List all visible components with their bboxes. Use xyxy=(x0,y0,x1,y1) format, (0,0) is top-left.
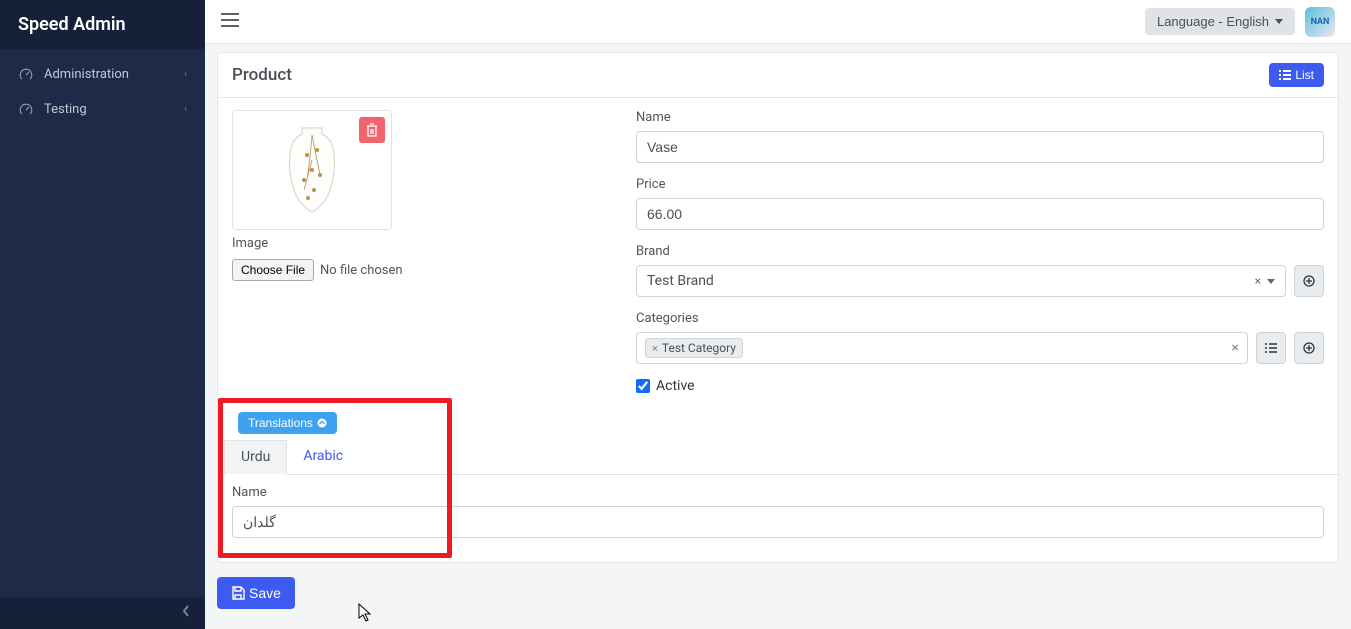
language-label: Language - English xyxy=(1157,14,1269,29)
clear-brand[interactable]: × xyxy=(1255,274,1261,288)
price-input[interactable] xyxy=(636,198,1324,230)
plus-circle-icon xyxy=(1303,342,1315,354)
categories-label: Categories xyxy=(636,311,1324,326)
sidebar-item-testing[interactable]: Testing ‹ xyxy=(0,92,205,127)
sidebar: Speed Admin Administration ‹ Testing ‹ xyxy=(0,0,205,629)
file-status: No file chosen xyxy=(320,263,403,278)
mouse-cursor-icon xyxy=(358,603,374,623)
translation-name-label: Name xyxy=(232,485,1324,500)
translation-name-input[interactable] xyxy=(232,506,1324,538)
price-label: Price xyxy=(636,177,1324,192)
avatar[interactable]: NAN xyxy=(1305,7,1335,37)
translations-toggle-button[interactable]: Translations xyxy=(238,412,337,434)
brand-title: Speed Admin xyxy=(0,0,205,49)
hamburger-icon xyxy=(221,13,239,27)
sidebar-collapse-button[interactable] xyxy=(0,597,205,629)
speedometer-icon xyxy=(18,68,34,82)
list-button[interactable]: List xyxy=(1269,63,1324,87)
save-button[interactable]: Save xyxy=(217,577,295,609)
delete-image-button[interactable] xyxy=(359,117,385,143)
plus-circle-icon xyxy=(1303,275,1315,287)
menu-toggle-button[interactable] xyxy=(221,13,239,31)
product-image-preview xyxy=(232,110,392,230)
chevron-left-icon: ‹ xyxy=(184,69,187,80)
image-label: Image xyxy=(232,236,612,251)
tab-arabic[interactable]: Arabic xyxy=(287,440,359,474)
add-brand-button[interactable] xyxy=(1294,265,1324,297)
brand-label: Brand xyxy=(636,244,1324,259)
chevron-left-icon xyxy=(181,605,191,617)
product-card: Product List xyxy=(217,52,1339,563)
language-dropdown[interactable]: Language - English xyxy=(1145,8,1295,35)
trash-icon xyxy=(366,123,378,137)
category-tag: × Test Category xyxy=(645,338,743,358)
add-category-button[interactable] xyxy=(1294,332,1324,364)
page-title: Product xyxy=(232,65,1269,85)
list-icon xyxy=(1265,342,1277,354)
sidebar-item-label: Testing xyxy=(44,102,184,117)
brand-select[interactable]: Test Brand × xyxy=(636,265,1286,297)
choose-file-button[interactable]: Choose File xyxy=(232,259,314,281)
chevron-left-icon: ‹ xyxy=(184,104,187,115)
list-categories-button[interactable] xyxy=(1256,332,1286,364)
name-label: Name xyxy=(636,110,1324,125)
clear-categories[interactable]: × xyxy=(1232,340,1239,356)
sidebar-item-administration[interactable]: Administration ‹ xyxy=(0,57,205,92)
caret-down-icon xyxy=(1275,19,1283,24)
name-input[interactable] xyxy=(636,131,1324,163)
speedometer-icon xyxy=(18,103,34,117)
categories-select[interactable]: × Test Category × xyxy=(636,332,1248,364)
tab-urdu[interactable]: Urdu xyxy=(224,440,287,475)
save-icon xyxy=(231,586,245,600)
topbar: Language - English NAN xyxy=(205,0,1351,44)
list-icon xyxy=(1279,70,1291,80)
sidebar-item-label: Administration xyxy=(44,67,184,82)
caret-down-icon xyxy=(1267,279,1275,284)
product-image xyxy=(272,120,352,220)
active-checkbox[interactable] xyxy=(636,379,650,393)
brand-value: Test Brand xyxy=(647,273,714,289)
active-label: Active xyxy=(656,378,695,394)
remove-category[interactable]: × xyxy=(652,342,658,355)
chevron-up-circle-icon xyxy=(317,418,327,428)
